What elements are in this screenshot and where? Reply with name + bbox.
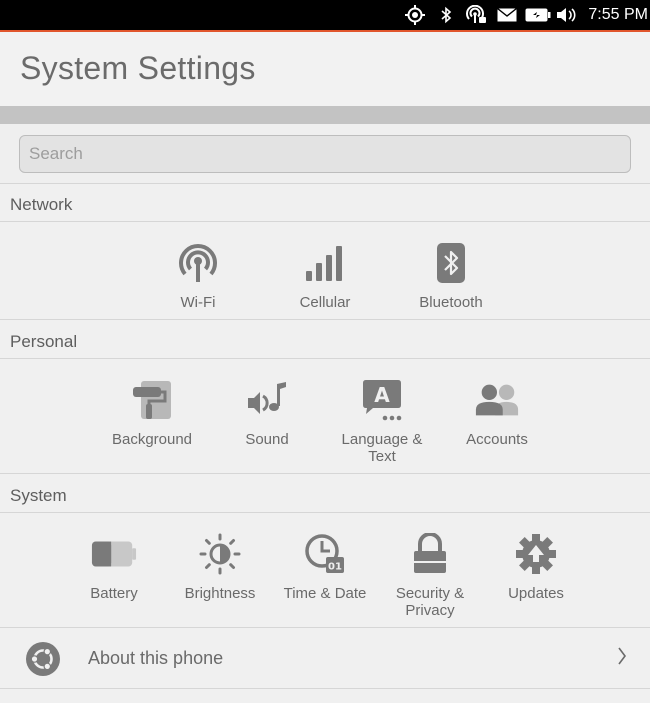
divider <box>0 512 650 513</box>
grid-item-bluetooth[interactable]: Bluetooth <box>391 240 511 311</box>
about-phone-label: About this phone <box>88 648 224 668</box>
grid-item-label: Bluetooth <box>419 294 483 311</box>
grid-item-battery[interactable]: Battery <box>54 531 174 602</box>
volume-icon <box>554 0 580 30</box>
grid-item-label: Updates <box>508 585 564 602</box>
updates-icon <box>513 531 559 577</box>
brightness-icon <box>197 531 243 577</box>
grid-item-label: Background <box>111 431 193 448</box>
grid-item-accounts[interactable]: Accounts <box>437 377 557 448</box>
language-icon: A <box>359 377 405 423</box>
bluetooth-icon <box>432 0 460 30</box>
grid-item-updates[interactable]: Updates <box>476 531 596 602</box>
status-time: 7:55 PM <box>588 6 648 23</box>
grid-item-label: Language & Text <box>341 431 423 465</box>
chevron-right-icon <box>616 644 628 673</box>
ubuntu-logo-icon <box>26 642 60 676</box>
divider <box>0 183 650 184</box>
grid-item-label: Brightness <box>184 585 256 602</box>
header-divider <box>0 106 650 124</box>
grid-item-label: Security & Privacy <box>395 585 465 619</box>
paint-roller-icon <box>129 377 175 423</box>
grid-item-security[interactable]: Security & Privacy <box>370 531 490 619</box>
svg-text:01: 01 <box>328 562 342 573</box>
header: System Settings <box>0 32 650 106</box>
accounts-icon <box>474 377 520 423</box>
location-icon <box>398 0 432 30</box>
divider <box>0 221 650 222</box>
about-phone-row[interactable]: About this phone <box>0 628 650 688</box>
grid-item-label: Battery <box>90 585 138 602</box>
battery-icon <box>91 531 137 577</box>
divider <box>0 319 650 320</box>
wifi-icon <box>175 240 221 286</box>
sound-icon <box>244 377 290 423</box>
svg-text:A: A <box>374 383 390 407</box>
section-title-network: Network <box>10 195 73 214</box>
hotspot-icon <box>460 0 492 30</box>
status-bar: 7:55 PM <box>0 0 650 30</box>
grid-item-label: Sound <box>245 431 289 448</box>
grid-item-label: Accounts <box>466 431 528 448</box>
grid-item-sound[interactable]: Sound <box>207 377 327 448</box>
battery-icon <box>522 0 554 30</box>
grid-item-label: Cellular <box>299 294 351 311</box>
grid-item-label: Wi-Fi <box>180 294 216 311</box>
page-title: System Settings <box>20 50 256 86</box>
cellular-icon <box>302 240 348 286</box>
grid-item-time-date[interactable]: 01 Time & Date <box>265 531 385 602</box>
grid-item-background[interactable]: Background <box>92 377 212 448</box>
divider <box>0 688 650 689</box>
search-input[interactable] <box>19 135 631 173</box>
mail-icon <box>492 0 522 30</box>
grid-item-label: Time & Date <box>283 585 367 602</box>
divider <box>0 358 650 359</box>
search-area <box>0 124 650 184</box>
section-title-personal: Personal <box>10 332 78 351</box>
grid-item-wifi[interactable]: Wi-Fi <box>138 240 258 311</box>
grid-item-cellular[interactable]: Cellular <box>265 240 385 311</box>
grid-item-language[interactable]: A Language & Text <box>322 377 442 465</box>
bluetooth-icon <box>428 240 474 286</box>
lock-icon <box>407 531 453 577</box>
section-title-system: System <box>10 486 67 505</box>
clock-icon: 01 <box>302 531 348 577</box>
grid-item-brightness[interactable]: Brightness <box>160 531 280 602</box>
divider <box>0 473 650 474</box>
